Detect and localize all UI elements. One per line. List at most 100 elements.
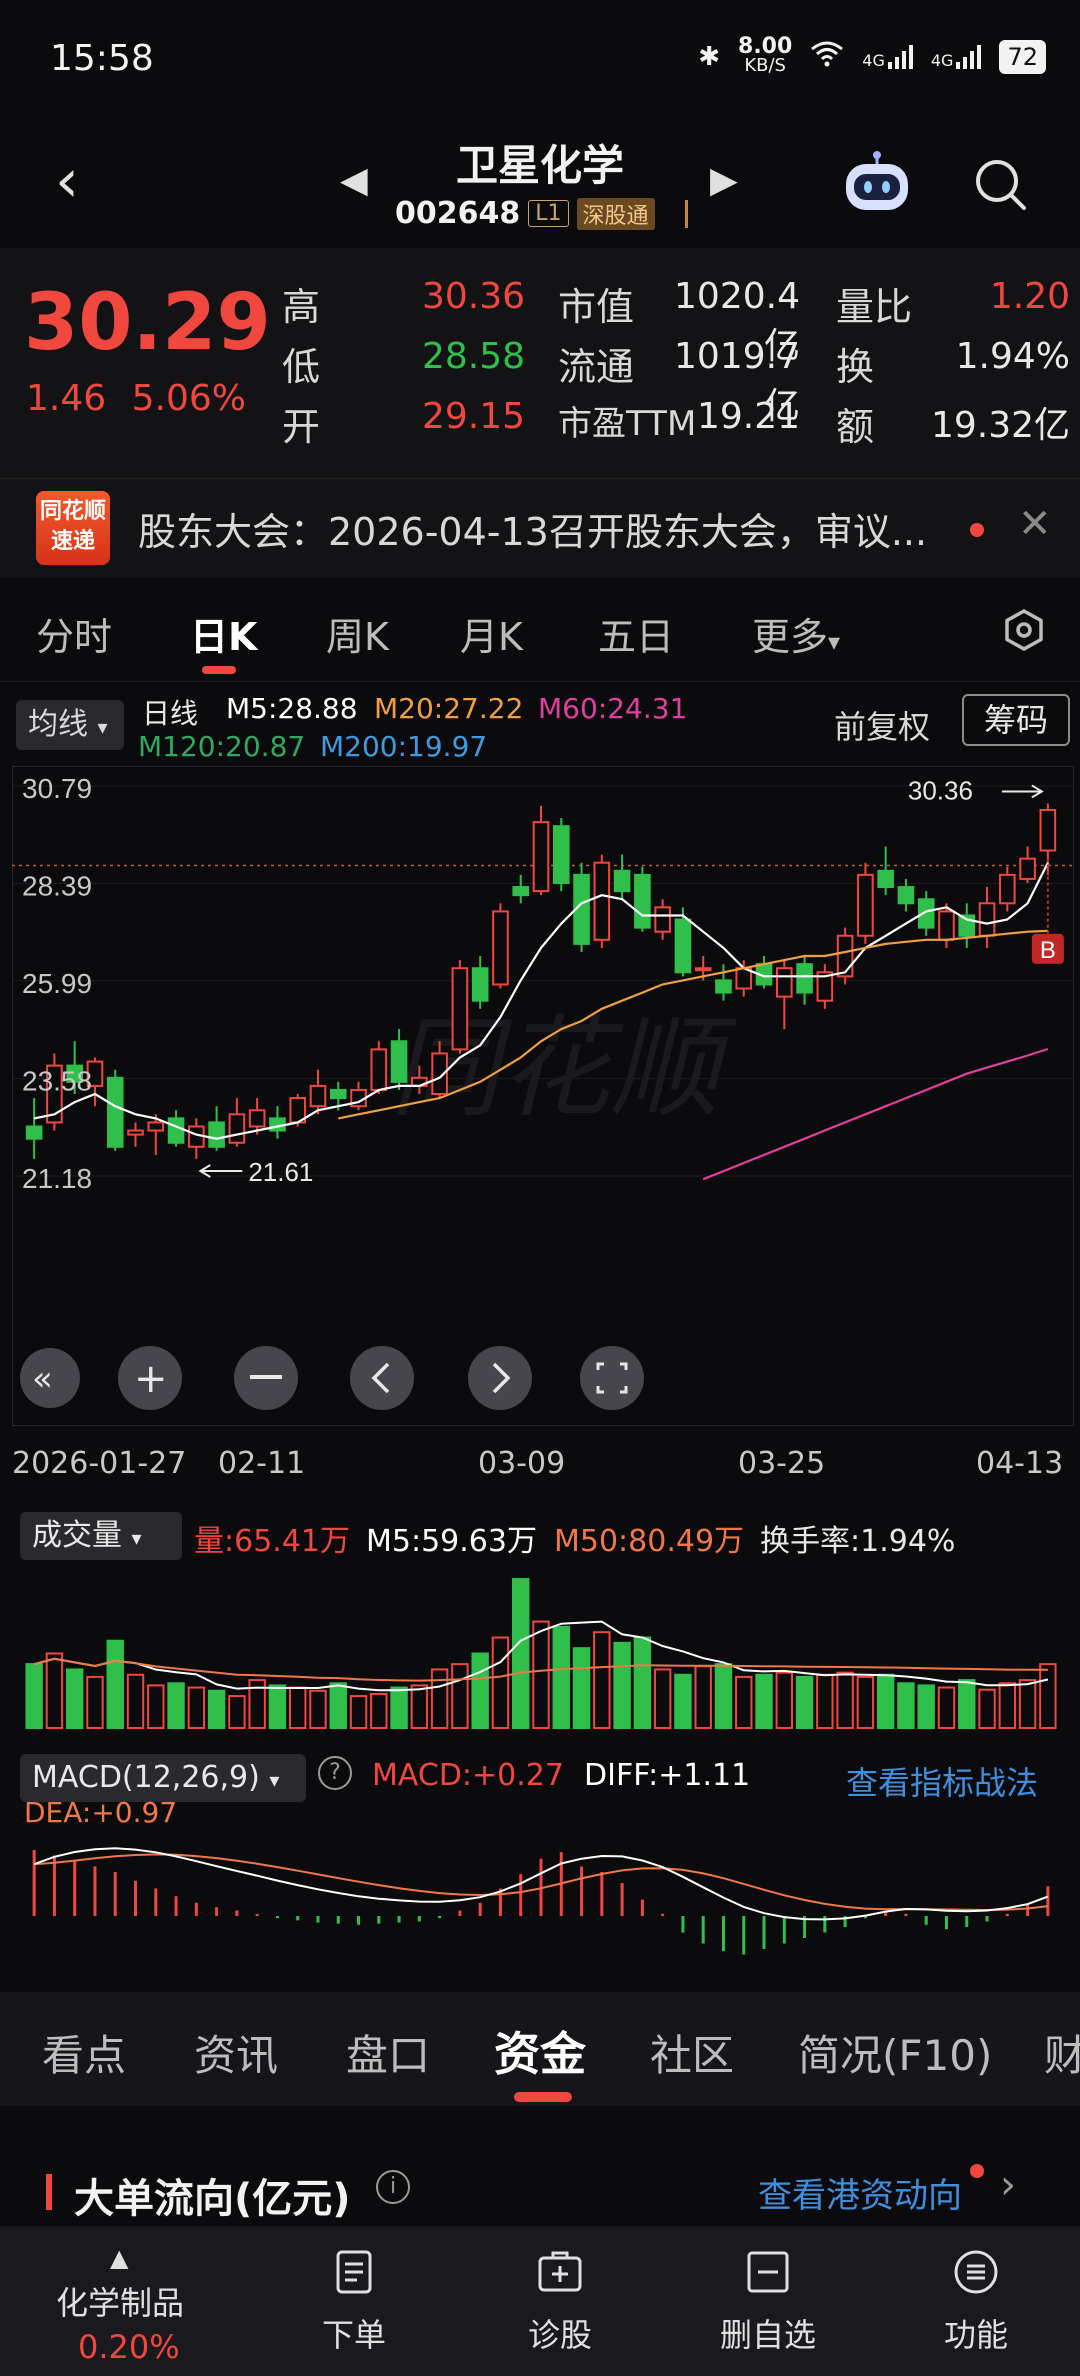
nav-order[interactable]: 下单	[274, 2248, 434, 2356]
macd-bar	[235, 1910, 239, 1916]
next-stock-icon[interactable]: ▶	[710, 160, 738, 201]
tab-monthly-k[interactable]: 月K	[460, 606, 523, 661]
volume-selector[interactable]: 成交量 ▾	[20, 1512, 182, 1560]
macd-chart[interactable]	[12, 1790, 1074, 1970]
macd-histogram	[32, 1850, 1050, 1955]
zoom-in-button[interactable]: +	[118, 1346, 182, 1410]
nav-remove-watchlist[interactable]: 删自选	[688, 2248, 848, 2356]
volume-bar	[167, 1682, 185, 1730]
candle-body	[370, 1048, 388, 1091]
change-percent: 5.06%	[131, 378, 246, 419]
macd-bar	[357, 1916, 361, 1925]
nav-diagnose[interactable]: 诊股	[480, 2248, 640, 2356]
open-label: 开	[282, 405, 321, 449]
volume-bar	[390, 1686, 408, 1729]
macd-bar	[377, 1916, 381, 1924]
back-button[interactable]: ‹	[55, 146, 115, 216]
sector-name[interactable]: 化学制品	[56, 2278, 184, 2324]
info-icon[interactable]: i	[376, 2170, 410, 2204]
zoom-out-button[interactable]	[234, 1346, 298, 1410]
help-icon[interactable]: ?	[318, 1756, 352, 1790]
tab-intraday[interactable]: 分时	[36, 606, 112, 661]
header: ‹ ◀ 卫星化学 002648 L1 深股通 ▶	[0, 118, 1080, 248]
caret-up-icon: ▲	[110, 2244, 129, 2272]
news-logo-line2: 速递	[50, 529, 95, 554]
signal-2: 4G	[931, 44, 982, 70]
candle-body	[451, 967, 469, 1051]
candle-body	[208, 1121, 225, 1148]
macd-bar	[478, 1902, 482, 1916]
tab-five-day[interactable]: 五日	[598, 606, 674, 661]
ma-legend: 均线 ▾ 日线 M5:28.88 M20:27.22 M60:24.31 M12…	[0, 682, 1080, 766]
date-tick: 02-11	[218, 1446, 306, 1481]
tab-highlights[interactable]: 看点	[42, 2022, 126, 2083]
volume-bar	[795, 1675, 814, 1729]
signal-bars-icon	[887, 44, 913, 69]
scroll-left-button[interactable]: «	[20, 1348, 80, 1408]
tab-profile[interactable]: 简况(F10)	[798, 2022, 992, 2083]
macd-bar	[580, 1866, 584, 1916]
close-icon[interactable]: ✕	[1018, 501, 1052, 547]
tab-more[interactable]: 更多▾	[752, 606, 840, 661]
tab-capital[interactable]: 资金	[494, 2018, 586, 2084]
candle-body	[836, 934, 854, 978]
ma-selector[interactable]: 均线 ▾	[16, 700, 124, 750]
big-order-flow-section: 大单流向(亿元) i 查看港资动向 ›	[0, 2106, 1080, 2226]
settings-icon[interactable]	[1002, 608, 1046, 652]
prev-stock-icon[interactable]: ◀	[340, 160, 368, 201]
candle-body	[329, 1088, 347, 1100]
macd-bar	[417, 1916, 421, 1922]
volume-bar	[451, 1663, 469, 1729]
adjust-mode[interactable]: 前复权	[834, 702, 930, 748]
tab-finance[interactable]: 财	[1044, 2022, 1080, 2083]
nav-functions[interactable]: 功能	[896, 2248, 1056, 2356]
tab-community[interactable]: 社区	[650, 2022, 734, 2083]
period-tabs: 分时 日K 周K 月K 五日 更多▾	[0, 578, 1080, 682]
volume-bar	[309, 1689, 327, 1729]
volume-bar	[45, 1652, 64, 1729]
news-ticker[interactable]: 同花顺 速递 股东大会：2026-04-13召开股东大会，审议... ✕	[0, 478, 1080, 578]
volume-chart[interactable]	[12, 1570, 1074, 1730]
volume-value: 量:65.41万	[194, 1524, 350, 1559]
date-tick: 03-09	[478, 1446, 566, 1481]
chevron-right-icon[interactable]: ›	[1000, 2162, 1016, 2208]
info-tabs: 看点 资讯 盘口 资金 社区 简况(F10) 财	[0, 1992, 1080, 2106]
tab-daily-k[interactable]: 日K	[190, 606, 257, 661]
search-icon[interactable]	[970, 154, 1030, 214]
candle-body	[512, 886, 530, 897]
candle-body	[127, 1129, 144, 1136]
signal-1: 4G	[862, 44, 913, 70]
candle-body	[857, 873, 874, 937]
volume-bar	[775, 1671, 793, 1729]
candle-body	[877, 869, 894, 889]
tab-orderbook[interactable]: 盘口	[346, 2022, 430, 2083]
dropdown-icon: ▾	[97, 715, 108, 739]
volume-bar	[410, 1684, 429, 1729]
candle-body	[654, 906, 671, 933]
volratio-value: 1.20	[989, 276, 1070, 317]
kline-chart[interactable]: 同花顺 30.7928.3925.9923.5821.18 30.3621.61…	[12, 766, 1074, 1426]
volume-bar	[126, 1673, 145, 1729]
battery-indicator: 72	[999, 39, 1046, 74]
ai-assistant-icon[interactable]	[840, 150, 914, 216]
tab-weekly-k[interactable]: 周K	[326, 606, 389, 661]
candle-body	[492, 910, 509, 986]
macd-bar	[721, 1916, 725, 1952]
volume-bar	[876, 1673, 895, 1729]
next-candle-button[interactable]	[468, 1346, 532, 1410]
pe-label: 市盈TTM	[558, 404, 697, 444]
hk-capital-link[interactable]: 查看港资动向	[758, 2168, 962, 2217]
chips-button[interactable]: 筹码	[962, 694, 1070, 746]
volratio-label: 量比	[836, 285, 913, 329]
volume-bar	[755, 1673, 773, 1729]
prev-candle-button[interactable]	[350, 1346, 414, 1410]
news-text[interactable]: 股东大会：2026-04-13召开股东大会，审议...	[138, 501, 958, 556]
volume-selector-label: 成交量	[32, 1518, 122, 1553]
macd-bar	[519, 1874, 523, 1916]
fullscreen-button[interactable]	[580, 1346, 644, 1410]
macd-bar	[52, 1855, 56, 1916]
nav-remove-watchlist-label: 删自选	[719, 2316, 816, 2354]
tab-news[interactable]: 资讯	[194, 2022, 278, 2083]
macd-bar	[661, 1913, 665, 1916]
volume-bar	[998, 1682, 1017, 1730]
